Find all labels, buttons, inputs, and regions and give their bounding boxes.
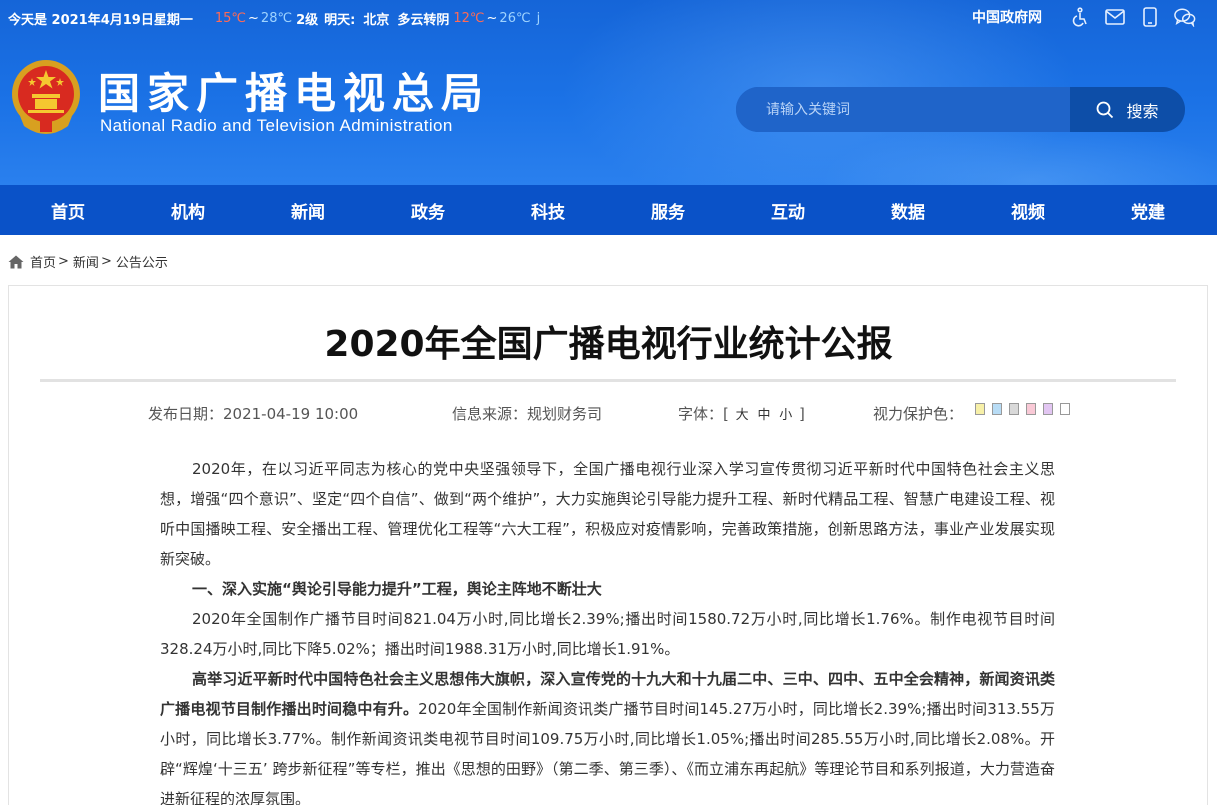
eye-color-pink[interactable] — [1026, 403, 1036, 415]
wind-level: 2级 — [296, 12, 319, 28]
font-size-medium[interactable]: 中 — [757, 408, 770, 423]
search-input[interactable] — [736, 87, 1070, 132]
eye-care-label: 视力保护色： — [873, 405, 964, 423]
paragraph: 高举习近平新时代中国特色社会主义思想伟大旗帜，深入宣传党的十九大和十九届二中、三… — [160, 664, 1055, 805]
nav-item-home[interactable]: 首页 — [8, 185, 128, 235]
home-icon — [8, 255, 24, 268]
top-links: 中国政府网 — [972, 6, 1196, 28]
eye-color-yellow[interactable] — [975, 403, 985, 415]
nav-item-video[interactable]: 视频 — [968, 185, 1088, 235]
nav-item-technology[interactable]: 科技 — [488, 185, 608, 235]
nav-item-party-building[interactable]: 党建 — [1088, 185, 1208, 235]
font-size-large[interactable]: 大 — [736, 408, 749, 423]
gov-portal-link[interactable]: 中国政府网 — [972, 7, 1042, 27]
search-icon — [1097, 101, 1114, 118]
today-date: 今天是 2021年4月19日星期一 — [8, 12, 193, 28]
search-button-label: 搜索 — [1126, 101, 1159, 121]
today-high-temp: 28℃ — [260, 10, 293, 26]
eye-color-purple[interactable] — [1043, 403, 1053, 415]
mobile-icon[interactable] — [1139, 6, 1161, 28]
mail-icon[interactable] — [1104, 6, 1126, 28]
info-source: 信息来源：规划财务司 — [452, 405, 603, 423]
paragraph: 2020年全国制作广播节目时间821.04万小时,同比增长2.39%;播出时间1… — [160, 610, 1055, 658]
publish-date: 发布日期：2021-04-19 10:00 — [148, 405, 359, 423]
breadcrumb-separator: > — [100, 254, 112, 269]
nav-item-data[interactable]: 数据 — [848, 185, 968, 235]
title-divider — [40, 379, 1176, 382]
font-size-bracket: ] — [799, 405, 805, 423]
tomorrow-low-temp: 12℃ — [453, 10, 485, 26]
main-nav: 首页 机构 新闻 政务 科技 服务 互动 数据 视频 党建 — [0, 185, 1217, 235]
breadcrumb: 首页 > 新闻 > 公告公示 — [8, 252, 168, 271]
weather-bar: 今天是 2021年4月19日星期一 15℃ ~ 28℃ 2级 明天: 北京 多云… — [8, 8, 583, 28]
temp-separator: ~ — [248, 10, 259, 26]
nav-item-organization[interactable]: 机构 — [128, 185, 248, 235]
eye-color-white[interactable] — [1060, 403, 1070, 415]
font-size-label: 字体：[ — [678, 405, 729, 423]
today-low-temp: 15℃ — [214, 10, 247, 26]
site-name-cn: 国家广播电视总局 — [98, 69, 491, 118]
article-body: 2020年，在以习近平同志为核心的党中央坚强领导下，全国广播电视行业深入学习宣传… — [160, 454, 1055, 805]
section-heading: 一、深入实施“舆论引导能力提升”工程，舆论主阵地不断壮大 — [192, 580, 602, 598]
temp-separator: ~ — [486, 10, 498, 26]
nav-item-interaction[interactable]: 互动 — [728, 185, 848, 235]
article-title: 2020年全国广播电视行业统计公报 — [324, 324, 893, 365]
eye-color-blue[interactable] — [992, 403, 1002, 415]
nav-item-government-affairs[interactable]: 政务 — [368, 185, 488, 235]
weather-overflow-text: j — [536, 10, 541, 26]
site-header: 今天是 2021年4月19日星期一 15℃ ~ 28℃ 2级 明天: 北京 多云… — [0, 0, 1217, 185]
site-name-en: National Radio and Television Administra… — [100, 116, 453, 135]
nav-item-news[interactable]: 新闻 — [248, 185, 368, 235]
breadcrumb-home[interactable]: 首页 — [30, 252, 56, 271]
breadcrumb-announcements[interactable]: 公告公示 — [116, 252, 168, 271]
breadcrumb-news[interactable]: 新闻 — [73, 252, 99, 271]
font-size-small[interactable]: 小 — [779, 408, 792, 423]
font-size-control: 字体：[ 大 中 小 ] — [678, 403, 805, 424]
nav-item-services[interactable]: 服务 — [608, 185, 728, 235]
search-box: 搜索 — [736, 87, 1185, 132]
weather-condition: 多云转阴 — [397, 12, 450, 28]
city-name: 北京 — [363, 12, 390, 28]
tomorrow-label: 明天: — [324, 12, 356, 28]
paragraph: 2020年，在以习近平同志为核心的党中央坚强领导下，全国广播电视行业深入学习宣传… — [160, 460, 1055, 568]
accessibility-icon[interactable] — [1069, 6, 1091, 28]
breadcrumb-separator: > — [58, 254, 69, 269]
search-button[interactable]: 搜索 — [1070, 87, 1185, 132]
wechat-icon[interactable] — [1174, 6, 1196, 28]
eye-color-gray[interactable] — [1009, 403, 1019, 415]
national-emblem-icon — [8, 56, 84, 138]
eye-care-swatches — [975, 403, 1077, 415]
tomorrow-high-temp: 26℃ — [499, 10, 531, 26]
